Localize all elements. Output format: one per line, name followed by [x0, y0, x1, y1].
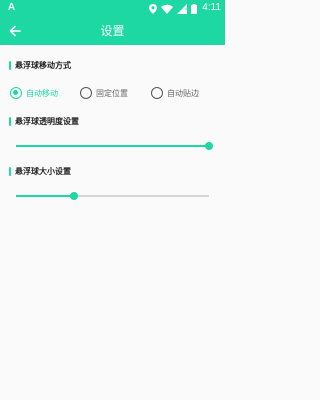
battery-icon [191, 3, 197, 14]
notification-icon: A [7, 2, 16, 13]
wifi-icon [161, 4, 173, 14]
radio-fixed-position[interactable]: 固定位置 [80, 86, 128, 100]
slider-thumb[interactable] [69, 192, 78, 200]
section-title-text: 悬浮球透明度设置 [15, 116, 79, 126]
section-accent-bar [9, 60, 11, 70]
section-accent-bar [9, 166, 11, 176]
radio-circle-icon [151, 87, 163, 99]
radio-auto-move[interactable]: 自动移动 [10, 86, 58, 100]
section-title-size: 悬浮球大小设置 [9, 165, 71, 177]
section-accent-bar [9, 116, 11, 126]
opacity-slider[interactable] [16, 140, 213, 152]
status-icons [149, 3, 197, 14]
app-bar: 设置 [0, 17, 225, 45]
radio-label: 自动贴边 [167, 88, 199, 98]
section-title-move-mode: 悬浮球移动方式 [9, 59, 71, 71]
location-icon [149, 3, 157, 14]
slider-fill [16, 195, 74, 197]
status-time: 4:11 [202, 2, 221, 13]
signal-icon [177, 3, 187, 14]
page-title: 设置 [100, 24, 125, 38]
section-title-opacity: 悬浮球透明度设置 [9, 115, 79, 127]
radio-label: 固定位置 [96, 88, 128, 98]
radio-circle-icon [80, 87, 92, 99]
section-title-text: 悬浮球移动方式 [15, 60, 71, 70]
radio-auto-edge[interactable]: 自动贴边 [151, 86, 199, 100]
section-title-text: 悬浮球大小设置 [15, 166, 71, 176]
radio-label: 自动移动 [26, 88, 58, 98]
size-slider[interactable] [16, 190, 209, 202]
status-bar: A 4:11 [0, 0, 225, 17]
slider-fill [16, 145, 209, 147]
radio-circle-icon [10, 87, 22, 99]
slider-thumb[interactable] [205, 142, 213, 150]
